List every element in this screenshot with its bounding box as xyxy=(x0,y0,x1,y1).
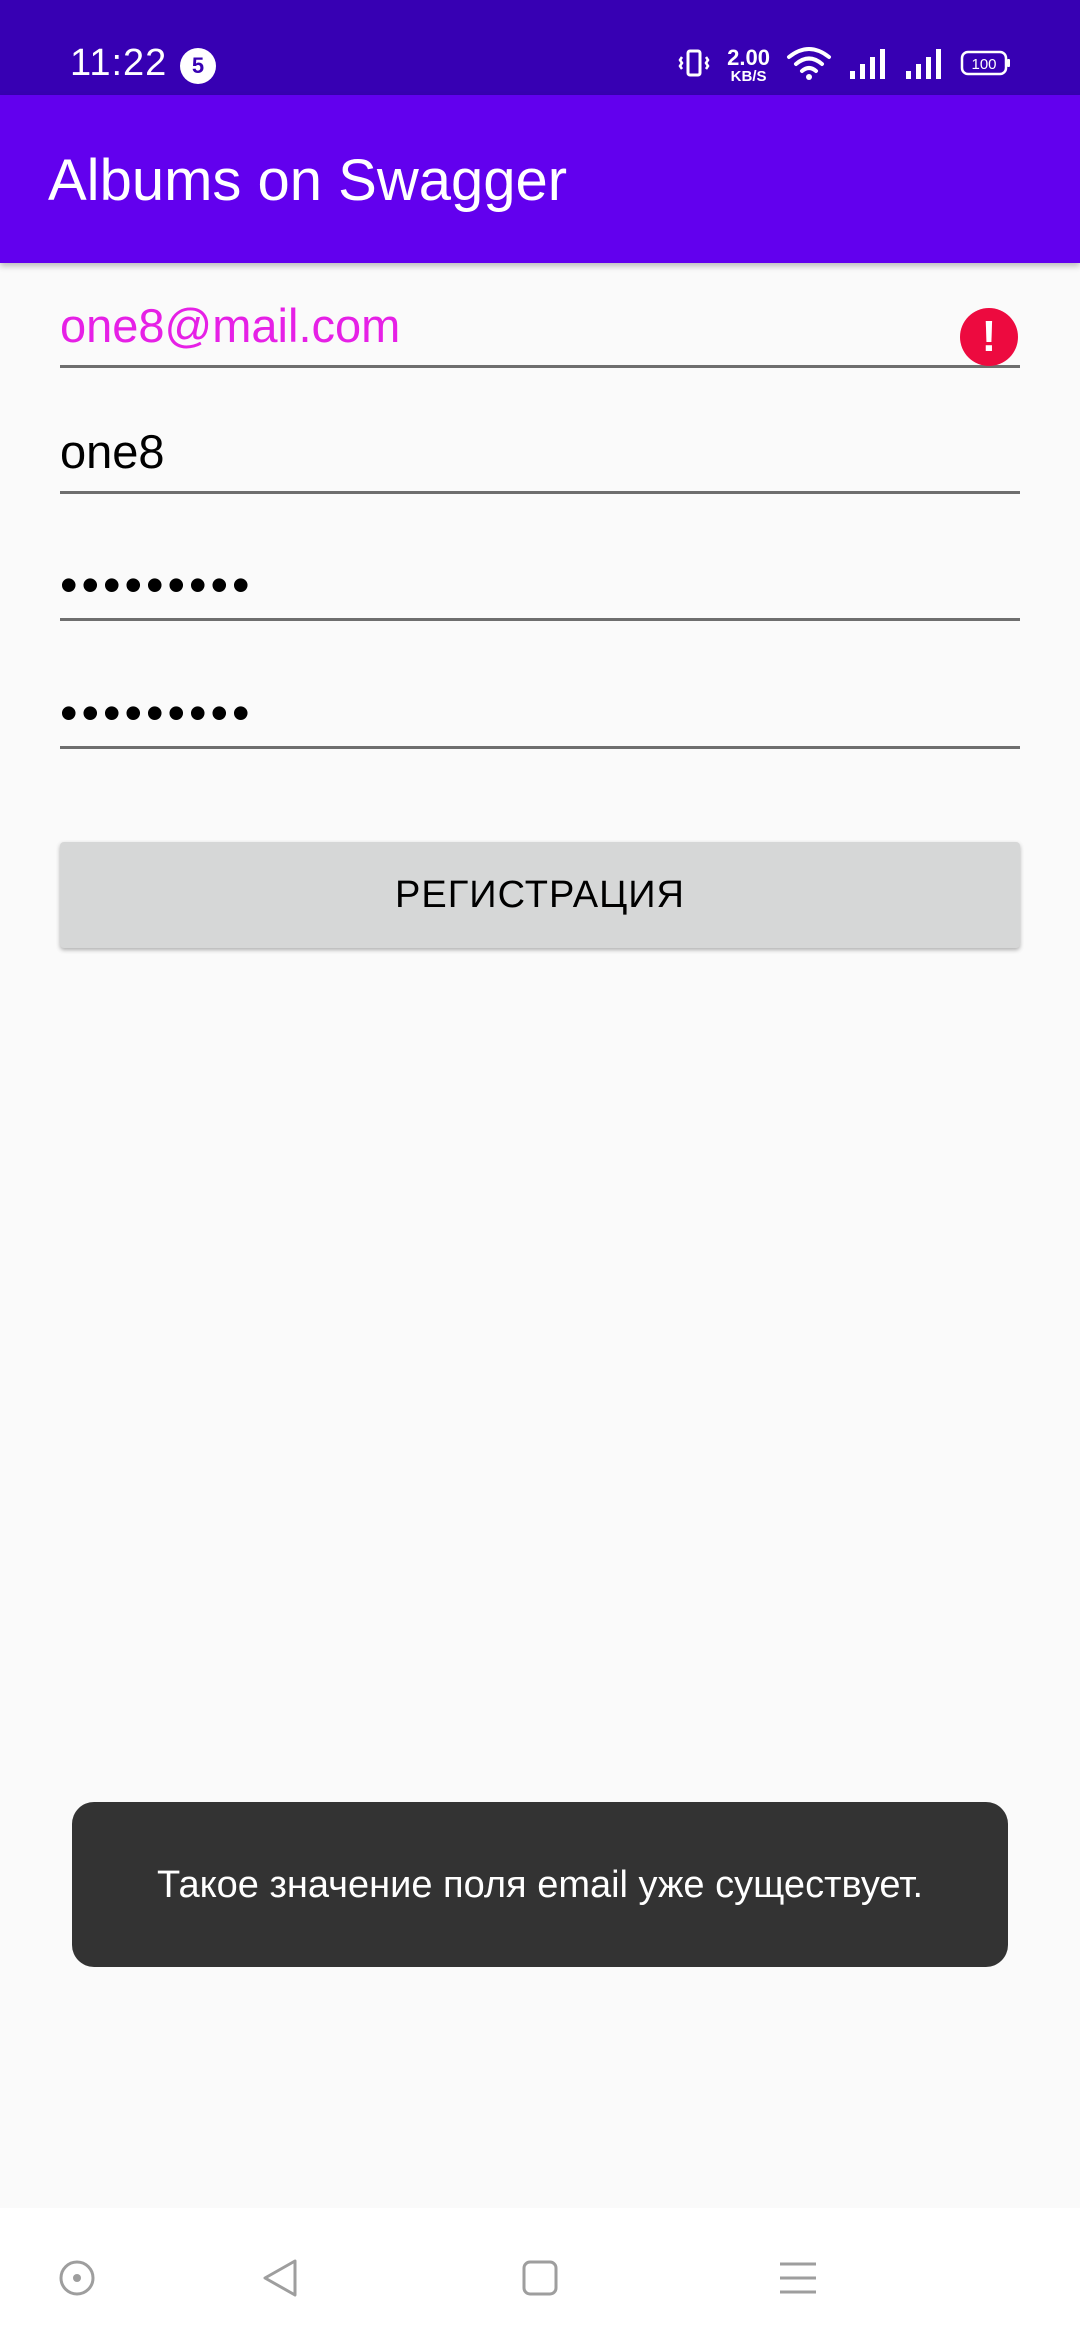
battery-level: 100 xyxy=(971,56,996,73)
confirm-password-field[interactable]: ••••••••• xyxy=(60,659,1020,749)
vibrate-icon xyxy=(677,46,711,85)
status-bar: 11:22 5 2.00 KB/S 100 xyxy=(0,0,1080,95)
email-field-value: one8@mail.com xyxy=(60,299,401,352)
username-field-value: one8 xyxy=(60,425,165,478)
home-icon[interactable] xyxy=(510,2248,570,2308)
status-time: 11:22 xyxy=(70,42,168,84)
signal-icon xyxy=(904,47,944,84)
network-speed-value: 2.00 xyxy=(727,44,770,70)
back-icon[interactable] xyxy=(250,2248,310,2308)
username-field[interactable]: one8 xyxy=(60,404,1020,494)
password-field[interactable]: ••••••••• xyxy=(60,531,1020,621)
battery-icon: 100 xyxy=(960,49,1012,82)
network-speed-unit: KB/S xyxy=(730,67,767,85)
notification-count-badge: 5 xyxy=(180,48,216,84)
register-button[interactable]: РЕГИСТРАЦИЯ xyxy=(60,842,1020,948)
toast-message: Такое значение поля email уже существует… xyxy=(72,1802,1008,1967)
email-field[interactable]: one8@mail.com ! xyxy=(60,278,1020,368)
app-bar: Albums on Swagger xyxy=(0,95,1080,263)
menu-icon[interactable] xyxy=(768,2248,828,2308)
app-title: Albums on Swagger xyxy=(48,148,568,213)
screen: 11:22 5 2.00 KB/S 100 Albums on Swagger … xyxy=(0,0,1080,2340)
navigation-bar xyxy=(0,2208,1080,2340)
network-speed: 2.00 KB/S xyxy=(727,44,770,85)
status-icons: 2.00 KB/S 100 xyxy=(677,42,1012,88)
accessibility-icon[interactable] xyxy=(47,2248,107,2308)
error-icon[interactable]: ! xyxy=(960,308,1018,366)
wifi-icon xyxy=(786,45,832,86)
signal-icon xyxy=(848,47,888,84)
password-field-value: ••••••••• xyxy=(60,557,254,613)
confirm-password-field-value: ••••••••• xyxy=(60,685,254,741)
